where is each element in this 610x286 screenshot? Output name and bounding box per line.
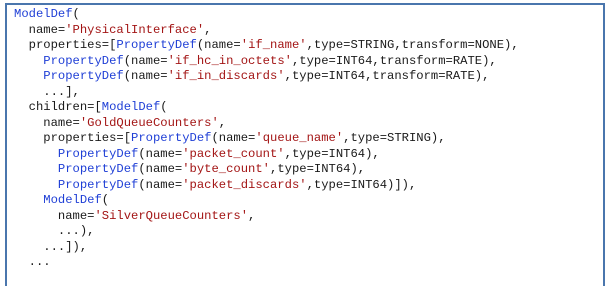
code-text: , <box>248 208 256 223</box>
code-panel: ModelDef( name='PhysicalInterface', prop… <box>5 3 605 286</box>
code-line: properties=[PropertyDef(name='if_name',t… <box>14 38 603 54</box>
code-line: name='PhysicalInterface', <box>14 23 603 39</box>
code-text: ,type=INT64), <box>284 146 380 161</box>
code-keyword: PropertyDef <box>57 162 139 176</box>
code-text: ...], <box>14 84 80 99</box>
code-line: PropertyDef(name='packet_discards',type=… <box>14 178 603 194</box>
code-line: children=[ModelDef( <box>14 100 603 116</box>
code-text: (name= <box>211 131 256 145</box>
code-text: ,type=STRING,transform=NONE), <box>306 38 519 52</box>
code-text: ( <box>101 193 110 207</box>
code-line: ...), <box>14 224 603 240</box>
code-text: ,type=INT64)]), <box>306 177 417 192</box>
code-line: PropertyDef(name='if_hc_in_octets',type=… <box>14 54 603 70</box>
code-line: ModelDef( <box>14 7 603 23</box>
code-line: properties=[PropertyDef(name='queue_name… <box>14 131 603 147</box>
code-string: 'SilverQueueCounters' <box>94 208 249 223</box>
code-text: ,type=INT64,transform=RATE), <box>291 53 497 68</box>
code-text: name= <box>14 115 80 130</box>
code-text: ,type=INT64,transform=RATE), <box>284 69 490 83</box>
code-string: 'if_in_discards' <box>167 69 285 83</box>
code-line: name='SilverQueueCounters', <box>14 209 603 225</box>
code-text: (name= <box>138 162 183 176</box>
code-text: name= <box>14 22 66 37</box>
code-text: (name= <box>138 177 183 192</box>
code-string: 'if_hc_in_octets' <box>167 53 292 68</box>
code-text: ...), <box>14 224 95 238</box>
code-keyword: PropertyDef <box>116 38 197 52</box>
code-string: 'packet_count' <box>182 146 285 161</box>
code-line: ...]), <box>14 240 603 256</box>
code-keyword: PropertyDef <box>131 131 212 145</box>
code-text: ( <box>72 7 80 21</box>
code-string: 'PhysicalInterface' <box>65 22 205 37</box>
code-text: properties=[ <box>14 131 132 145</box>
code-line: ...], <box>14 85 603 101</box>
code-text: ( <box>160 100 168 114</box>
code-text: properties=[ <box>14 38 117 52</box>
code-line: ... <box>14 255 603 271</box>
code-text: , <box>204 22 212 37</box>
code-line: ModelDef( <box>14 193 603 209</box>
code-block: ModelDef( name='PhysicalInterface', prop… <box>14 7 603 271</box>
code-line: PropertyDef(name='packet_count',type=INT… <box>14 147 603 163</box>
code-keyword: ModelDef <box>101 100 161 114</box>
code-keyword: ModelDef <box>14 7 73 21</box>
code-text: children=[ <box>14 100 102 114</box>
code-keyword: ModelDef <box>43 193 102 207</box>
code-string: 'byte_count' <box>182 162 270 176</box>
code-text: ,type=STRING), <box>343 131 446 145</box>
code-keyword: PropertyDef <box>57 146 139 161</box>
code-string: 'GoldQueueCounters' <box>79 115 219 130</box>
code-text: name= <box>14 208 95 223</box>
code-text: , <box>218 115 227 130</box>
code-text: (name= <box>123 69 168 83</box>
code-text: (name= <box>123 53 168 68</box>
code-text: (name= <box>196 38 241 52</box>
code-string: 'if_name' <box>240 38 307 52</box>
code-string: 'queue_name' <box>255 131 344 145</box>
code-text: ... <box>14 255 51 269</box>
code-line: name='GoldQueueCounters', <box>14 116 603 132</box>
code-string: 'packet_discards' <box>182 177 307 192</box>
code-text: ...]), <box>14 239 88 254</box>
code-line: PropertyDef(name='if_in_discards',type=I… <box>14 69 603 85</box>
code-keyword: PropertyDef <box>43 53 124 68</box>
code-line: PropertyDef(name='byte_count',type=INT64… <box>14 162 603 178</box>
code-keyword: PropertyDef <box>43 69 124 83</box>
code-keyword: PropertyDef <box>57 177 139 192</box>
code-text: ,type=INT64), <box>270 162 366 176</box>
code-text: (name= <box>138 146 183 161</box>
